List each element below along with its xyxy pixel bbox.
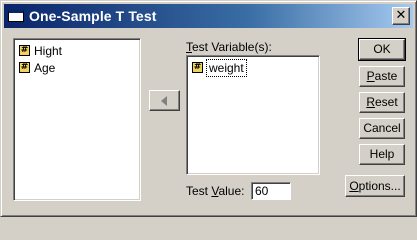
variable-label: weight [206,59,247,77]
help-button[interactable]: Help [359,144,405,165]
title-bar[interactable]: One-Sample T Test ✕ [4,4,413,28]
variable-label: Age [34,61,56,75]
test-value-label: Test Value: [186,184,245,198]
scale-variable-icon: # [19,45,30,56]
left-arrow-icon [161,96,167,106]
close-icon: ✕ [395,8,407,23]
test-variables-label: Test Variable(s): [186,40,272,54]
reset-button[interactable]: Reset [359,92,405,113]
close-button[interactable]: ✕ [392,7,410,25]
ok-button[interactable]: OK [358,38,406,61]
window-icon [8,10,24,22]
options-button[interactable]: Options... [345,175,405,197]
test-value-input[interactable] [251,182,291,200]
move-variable-button[interactable] [149,90,180,111]
scale-variable-icon: # [19,62,30,73]
cancel-button[interactable]: Cancel [359,118,405,139]
source-variable-list[interactable]: # Hight # Age [13,38,141,201]
variable-label: Hight [34,44,63,58]
one-sample-t-test-dialog: One-Sample T Test ✕ # Hight # Age Test V… [0,0,417,217]
window-title: One-Sample T Test [29,8,157,24]
test-variables-list[interactable]: # weight [186,55,320,175]
paste-button[interactable]: Paste [359,66,405,87]
scale-variable-icon: # [192,62,203,73]
